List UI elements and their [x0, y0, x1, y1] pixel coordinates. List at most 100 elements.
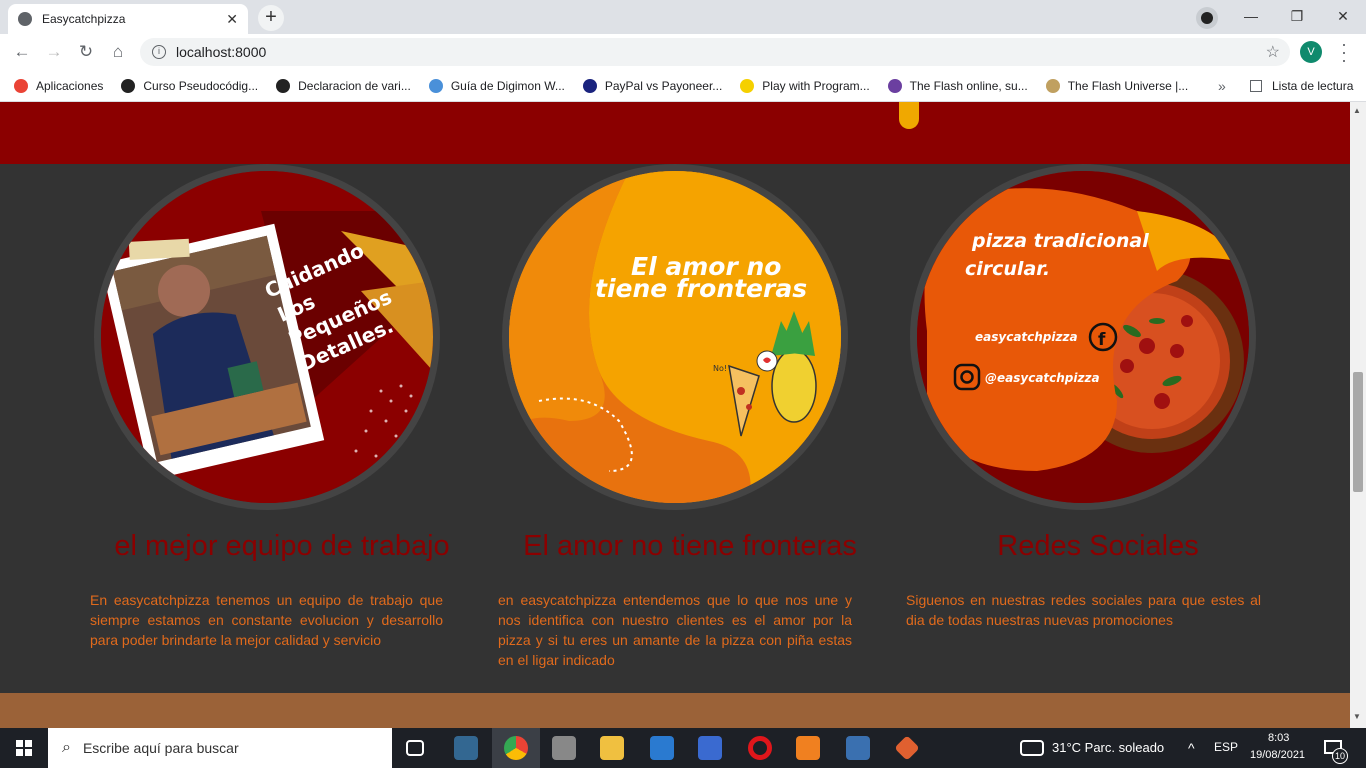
bookmark-label: Aplicaciones [36, 78, 104, 93]
weather-icon[interactable] [1020, 740, 1044, 756]
reading-list-button[interactable]: Lista de lectura [1250, 79, 1353, 93]
info-icon[interactable]: i [152, 45, 166, 59]
chrome-icon[interactable] [504, 736, 528, 760]
reading-list-icon [1250, 79, 1262, 92]
bookmark-favicon-icon [276, 78, 291, 93]
card-description: en easycatchpizza entendemos que lo que … [498, 592, 852, 668]
bookmark-label: Curso Pseudocódig... [143, 78, 259, 93]
store-icon[interactable] [698, 736, 722, 760]
bookmark-favicon-icon [887, 78, 902, 93]
bookmark-label: Guía de Digimon W... [450, 78, 565, 93]
bookmark-favicon-icon [121, 78, 136, 93]
taskbar-search-box[interactable]: ⌕ Escribe aquí para buscar [48, 728, 392, 768]
love-bubble-text: No! [713, 364, 727, 373]
bookmark-item[interactable]: The Flash online, su... [887, 78, 1028, 93]
bookmark-label: PayPal vs Payoneer... [604, 78, 723, 93]
next-section-strip [0, 693, 1350, 728]
home-icon[interactable]: ⌂ [106, 40, 130, 64]
search-placeholder: Escribe aquí para buscar [82, 740, 239, 756]
card-description: En easycatchpizza tenemos un equipo de t… [90, 592, 443, 648]
windows-start-icon[interactable] [16, 740, 32, 756]
card-title: El amor no tiene fronteras [523, 530, 857, 562]
close-tab-icon[interactable]: ✕ [226, 11, 238, 28]
bookmark-item[interactable]: Guía de Digimon W... [428, 78, 565, 93]
database-icon[interactable] [552, 736, 576, 760]
team-illustration: Cuidando Los Pequeños Detalles. [101, 171, 433, 503]
url-text[interactable]: localhost:8000 [176, 44, 266, 60]
sublime-text-icon[interactable] [796, 736, 820, 760]
card-team-image: Cuidando Los Pequeños Detalles. [94, 164, 440, 510]
forward-arrow-icon[interactable]: → [42, 40, 66, 64]
postgres-icon[interactable] [454, 736, 478, 760]
new-tab-button[interactable]: + [258, 5, 284, 31]
bookmarks-overflow-icon[interactable]: » [1218, 78, 1226, 94]
maximize-button[interactable]: ❐ [1274, 4, 1320, 28]
tab-title: Easycatchpizza [42, 12, 126, 26]
card-description: Siguenos en nuestras redes sociales para… [906, 592, 1261, 628]
minimize-button[interactable]: — [1228, 4, 1274, 28]
bookmark-label: The Flash online, su... [909, 78, 1028, 93]
card-love-image: El amor no tiene fronteras No! [502, 164, 848, 510]
card-social-image: pizza tradicional circular. easycatchpiz… [910, 164, 1256, 510]
page-scrollbar[interactable]: ▲ ▼ [1350, 102, 1366, 728]
cheese-drip-decoration [899, 102, 919, 129]
browser-tab[interactable]: Easycatchpizza ✕ [8, 4, 248, 34]
language-indicator[interactable]: ESP [1214, 740, 1238, 754]
mail-icon[interactable] [650, 736, 674, 760]
scroll-up-icon[interactable]: ▲ [1353, 106, 1361, 115]
bookmark-item[interactable]: The Flash Universe |... [1045, 78, 1189, 93]
scrollbar-thumb[interactable] [1353, 372, 1363, 492]
address-bar[interactable]: i localhost:8000 ☆ [140, 38, 1290, 66]
social-facebook-text: easycatchpizza [975, 330, 1078, 344]
python-icon[interactable] [846, 736, 870, 760]
svg-text:f: f [1098, 330, 1106, 350]
social-image-text-2: circular. [965, 258, 1050, 280]
bookmark-favicon-icon [582, 78, 597, 93]
bookmark-favicon-icon [1045, 78, 1060, 93]
scroll-down-icon[interactable]: ▼ [1353, 712, 1361, 721]
bookmark-label: The Flash Universe |... [1067, 78, 1189, 93]
card-title: el mejor equipo de trabajo [114, 530, 450, 562]
clock-date[interactable]: 19/08/2021 [1250, 749, 1305, 761]
bookmark-item[interactable]: Declaracion de vari... [276, 78, 411, 93]
profile-avatar[interactable]: V [1300, 41, 1322, 63]
love-image-text-2: tiene fronteras [595, 274, 807, 303]
apps-grid-icon [14, 78, 28, 93]
opera-icon[interactable] [748, 736, 772, 760]
bookmark-favicon-icon [428, 78, 443, 93]
bookmark-item[interactable]: Aplicaciones [14, 78, 104, 93]
bookmark-label: Declaracion de vari... [298, 78, 411, 93]
bookmarks-bar: Aplicaciones Curso Pseudocódig... Declarac… [0, 70, 1366, 102]
card-title: Redes Sociales [997, 530, 1199, 562]
bookmark-star-icon[interactable]: ☆ [1266, 42, 1280, 62]
bookmark-label: Play with Program... [762, 78, 870, 93]
task-view-icon[interactable] [406, 740, 424, 756]
reading-list-label: Lista de lectura [1272, 78, 1354, 93]
clock-time[interactable]: 8:03 [1268, 732, 1289, 744]
globe-icon [18, 12, 32, 26]
page-viewport: Cuidando Los Pequeños Detalles. el mejor… [0, 102, 1350, 728]
back-arrow-icon[interactable]: ← [10, 40, 34, 64]
bookmark-item[interactable]: Curso Pseudocódig... [121, 78, 259, 93]
weather-text[interactable]: 31°C Parc. soleado [1052, 740, 1164, 755]
browser-tab-strip: Easycatchpizza ✕ + — ❐ ✕ [0, 0, 1366, 34]
social-image-text-1: pizza tradicional [971, 230, 1149, 252]
reload-icon[interactable]: ↻ [74, 40, 98, 64]
bookmark-item[interactable]: PayPal vs Payoneer... [582, 78, 723, 93]
file-explorer-icon[interactable] [600, 736, 624, 760]
windows-taskbar: ⌕ Escribe aquí para buscar 31°C Parc. so… [0, 728, 1366, 768]
love-illustration: El amor no tiene fronteras No! [509, 171, 841, 503]
search-icon: ⌕ [62, 739, 71, 756]
media-control-icon[interactable] [1196, 7, 1218, 29]
bookmark-favicon-icon [740, 78, 755, 93]
browser-toolbar: ← → ↻ ⌂ i localhost:8000 ☆ V · · · [0, 34, 1366, 70]
social-illustration: pizza tradicional circular. easycatchpiz… [917, 171, 1249, 503]
close-window-button[interactable]: ✕ [1320, 4, 1366, 28]
notification-count: 10 [1332, 748, 1348, 764]
hero-section-bottom [0, 102, 1350, 164]
social-instagram-text: @easycatchpizza [985, 371, 1100, 385]
bookmark-item[interactable]: Play with Program... [740, 78, 870, 93]
menu-kebab-icon[interactable]: · · · [1338, 35, 1350, 69]
git-icon[interactable] [894, 735, 920, 761]
tray-chevron-icon[interactable]: ^ [1188, 740, 1195, 756]
